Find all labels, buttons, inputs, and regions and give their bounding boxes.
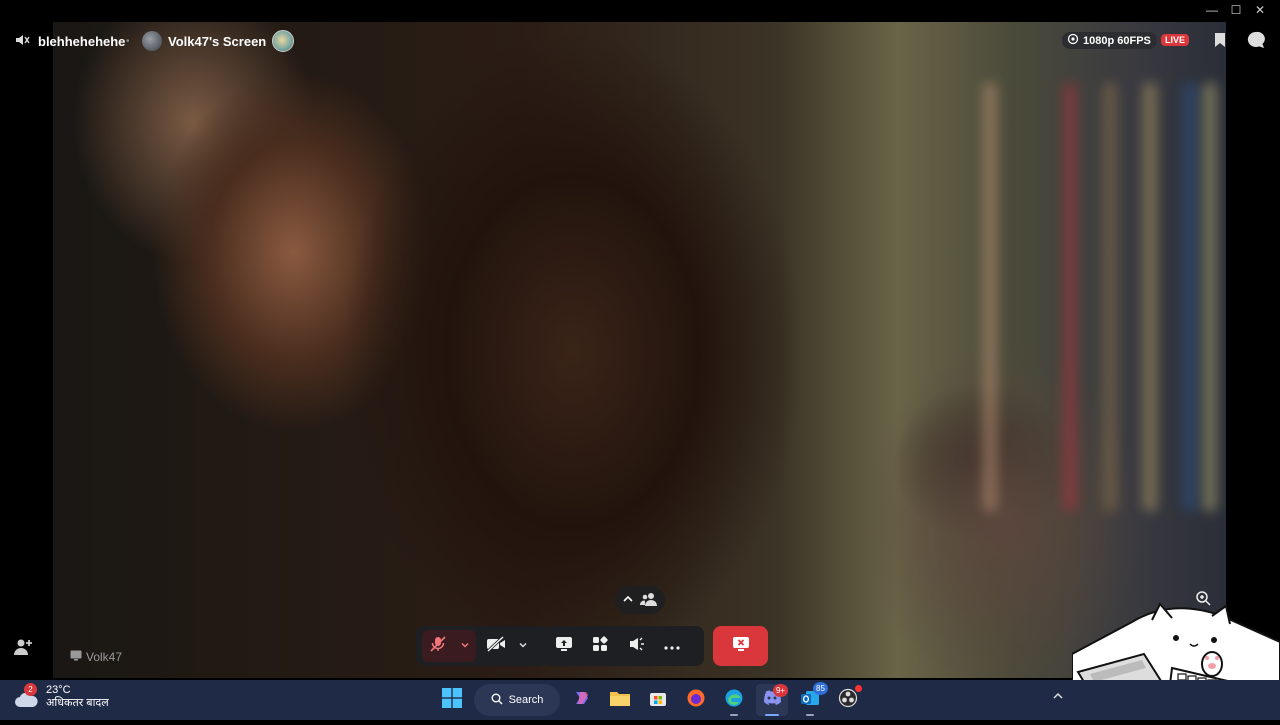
active-indicator (730, 714, 738, 716)
copilot-button[interactable] (566, 684, 598, 716)
taskbar-search[interactable]: Search (474, 684, 560, 716)
chevron-down-icon[interactable] (518, 637, 528, 655)
minimize-button[interactable]: — (1200, 2, 1224, 18)
screen-title-group: Volk47's Screen (142, 30, 295, 52)
search-icon (491, 693, 503, 708)
mute-button[interactable] (422, 630, 476, 662)
active-indicator (765, 714, 779, 716)
invite-user-icon[interactable] (12, 636, 34, 658)
activities-icon (592, 635, 608, 657)
camera-off-icon (486, 635, 506, 657)
streamer-info: blehhehehehe (14, 32, 125, 51)
end-stream-icon (732, 636, 750, 657)
outlook-button[interactable]: 85 (794, 682, 828, 716)
people-icon (640, 592, 658, 609)
file-explorer-button[interactable] (604, 684, 636, 716)
screen-title: Volk47's Screen (168, 33, 267, 49)
broadcast-icon (1067, 33, 1079, 48)
edge-button[interactable] (718, 684, 750, 716)
screen-share-button[interactable] (548, 630, 580, 662)
participant-name: Volk47 (86, 650, 123, 664)
window-controls: — ☐ ✕ (1200, 2, 1272, 18)
search-label: Search (508, 694, 544, 706)
activity-controls (542, 626, 704, 666)
participant-label: Volk47 (70, 650, 122, 664)
firefox-button[interactable] (680, 684, 712, 716)
end-stream-button[interactable] (713, 626, 768, 666)
user-name[interactable]: blehhehehehe (38, 34, 125, 49)
quality-badge[interactable]: 1080p 60FPS (1062, 32, 1157, 49)
chevron-up-icon (622, 593, 634, 608)
weather-temp: 23°C (46, 684, 71, 696)
copilot-icon (572, 688, 592, 713)
folder-icon (609, 689, 631, 712)
store-icon (649, 689, 667, 712)
cloud-icon: 2 (14, 683, 38, 709)
show-participants-button[interactable] (615, 586, 665, 614)
activities-button[interactable] (584, 630, 616, 662)
quality-label: 1080p 60FPS (1083, 34, 1151, 47)
obs-button[interactable] (832, 684, 864, 716)
edge-icon (724, 688, 744, 713)
screen-share-icon (555, 636, 573, 657)
weather-widget[interactable]: 2 23°C अधिकतर बादल (14, 683, 109, 710)
camera-button[interactable] (480, 630, 534, 662)
stream-video[interactable] (53, 22, 1226, 678)
close-button[interactable]: ✕ (1248, 2, 1272, 18)
obs-icon (838, 688, 858, 713)
screen-icon (70, 650, 82, 664)
weather-desc: अधिकतर बादल (46, 697, 109, 709)
outlook-badge: 85 (813, 682, 828, 695)
start-button[interactable] (436, 684, 468, 716)
chat-icon[interactable] (1246, 30, 1266, 50)
active-indicator (806, 714, 814, 716)
store-button[interactable] (642, 684, 674, 716)
separator-dot: • (126, 36, 130, 47)
chevron-down-icon[interactable] (460, 637, 470, 655)
discord-badge: 9+ (773, 684, 788, 697)
maximize-button[interactable]: ☐ (1224, 2, 1248, 18)
soundboard-button[interactable] (620, 630, 652, 662)
more-options-button[interactable] (656, 630, 688, 662)
audio-video-controls (416, 626, 548, 666)
system-tray-chevron-icon[interactable] (1052, 690, 1064, 705)
viewer-avatar[interactable] (272, 30, 295, 52)
firefox-icon (686, 688, 706, 713)
recording-dot (855, 685, 862, 692)
bookmark-icon[interactable] (1212, 32, 1228, 48)
more-options-icon (664, 637, 680, 655)
weather-badge: 2 (24, 683, 37, 696)
taskbar-apps: Search 9+ 85 (436, 682, 864, 716)
windows-logo-icon (442, 687, 462, 713)
speaker-muted-icon (14, 32, 30, 51)
soundboard-icon (627, 635, 645, 658)
live-badge: LIVE (1161, 34, 1190, 46)
microphone-muted-icon (429, 635, 447, 658)
streamer-avatar (142, 31, 162, 51)
discord-button[interactable]: 9+ (756, 684, 788, 716)
